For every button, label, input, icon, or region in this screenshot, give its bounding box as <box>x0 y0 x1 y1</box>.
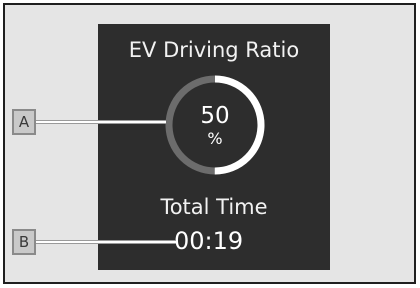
callout-a-leader-line <box>36 120 166 124</box>
total-time-value: 00:19 <box>174 227 244 255</box>
ev-ratio-unit: % <box>207 129 223 148</box>
callout-a-label: A <box>12 109 36 135</box>
ev-driving-ratio-title: EV Driving Ratio <box>128 38 300 62</box>
total-time-label: Total Time <box>160 195 268 219</box>
callout-b-label: B <box>12 229 36 255</box>
callout-b-leader-line <box>36 240 176 244</box>
ev-ratio-value: 50 <box>200 103 230 129</box>
